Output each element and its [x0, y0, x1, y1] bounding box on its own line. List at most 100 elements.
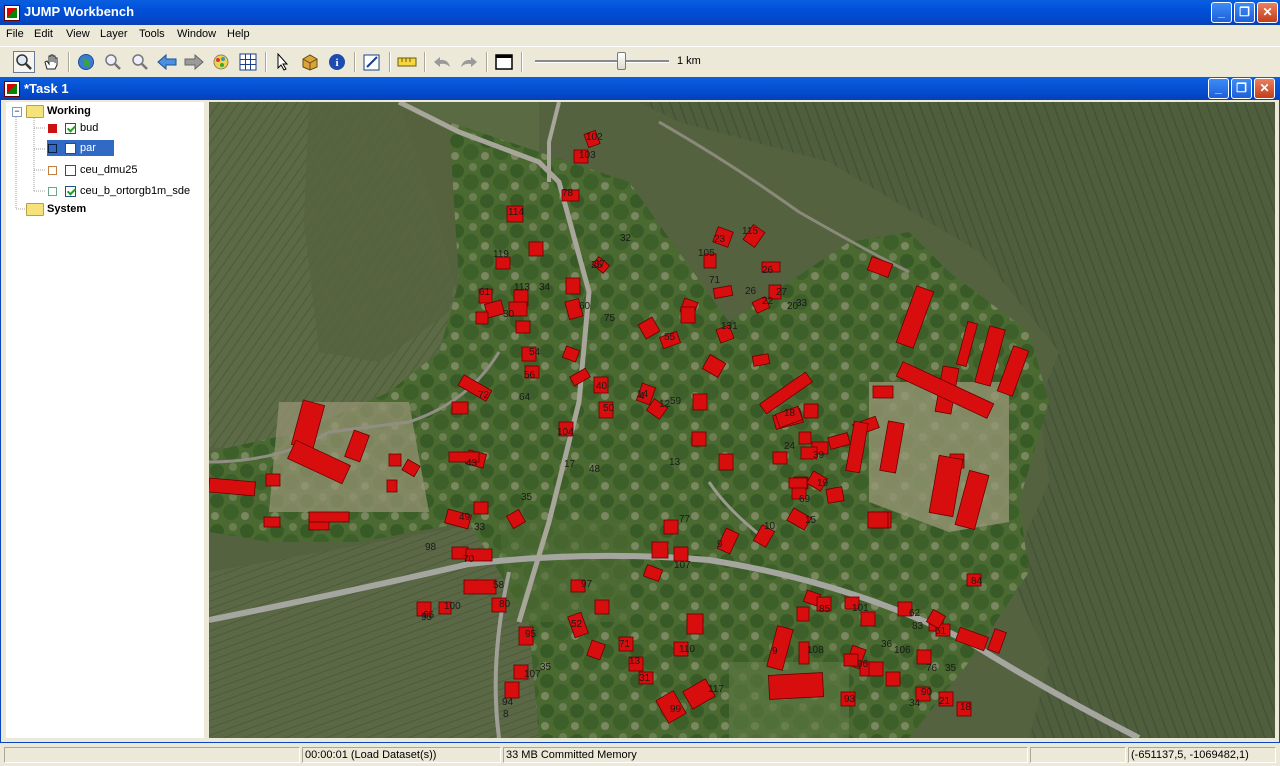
undo-icon[interactable] [431, 51, 453, 73]
map-canvas[interactable]: 1021037811411961 113303437607525321057123… [209, 102, 1275, 738]
building-polygon[interactable] [772, 451, 788, 465]
menu-view[interactable]: View [66, 28, 90, 40]
frame-icon[interactable] [493, 51, 515, 73]
building-polygon[interactable] [651, 541, 669, 559]
building-polygon[interactable] [473, 501, 489, 515]
building-polygon[interactable] [916, 649, 932, 665]
building-polygon[interactable] [798, 431, 812, 445]
menu-layer[interactable]: Layer [100, 28, 128, 40]
building-polygon[interactable] [796, 606, 810, 622]
menu-help[interactable]: Help [227, 28, 250, 40]
building-polygon[interactable] [673, 546, 689, 562]
layer-visibility-checkbox[interactable] [65, 164, 76, 176]
building-label: 25 [591, 260, 603, 271]
building-polygon[interactable] [308, 511, 350, 523]
menu-tools[interactable]: Tools [139, 28, 165, 40]
category-working[interactable]: − Working [6, 103, 204, 119]
select-icon[interactable] [272, 51, 294, 73]
building-polygon[interactable] [718, 453, 734, 471]
menu-window[interactable]: Window [177, 28, 216, 40]
layer-name: bud [80, 122, 99, 134]
pan-icon[interactable] [40, 51, 62, 73]
layer-style-swatch [48, 165, 57, 175]
layer-visibility-checkbox[interactable] [65, 185, 76, 197]
building-polygon[interactable] [860, 611, 876, 627]
building-label: 24 [784, 441, 796, 452]
layer-item-par[interactable]: par [47, 140, 114, 156]
building-polygon[interactable] [504, 681, 520, 699]
zoom-in-icon[interactable] [102, 51, 124, 73]
folder-icon [26, 202, 44, 216]
category-system[interactable]: System [26, 201, 86, 217]
edit-toolbox-icon[interactable] [361, 51, 383, 73]
layer-visibility-checkbox[interactable] [65, 142, 76, 154]
building-label: 33 [474, 522, 486, 533]
previous-view-icon[interactable] [156, 51, 178, 73]
task-maximize-button[interactable]: ❐ [1231, 78, 1252, 99]
building-label: 78 [562, 188, 574, 199]
grid-icon[interactable] [237, 51, 259, 73]
building-polygon[interactable] [803, 403, 819, 419]
redo-icon[interactable] [458, 51, 480, 73]
zoom-to-full-extent-icon[interactable] [75, 51, 97, 73]
zoom-slider-thumb[interactable] [617, 52, 626, 70]
building-label: 18 [784, 408, 796, 419]
building-label: 27 [776, 287, 788, 298]
building-polygon[interactable] [263, 516, 281, 528]
building-polygon[interactable] [692, 393, 708, 411]
building-polygon[interactable] [825, 486, 845, 504]
building-polygon[interactable] [265, 473, 281, 487]
building-polygon[interactable] [691, 431, 707, 447]
building-polygon[interactable] [475, 311, 489, 325]
measure-icon[interactable] [396, 51, 418, 73]
minimize-button[interactable]: _ [1211, 2, 1232, 23]
building-label: 56 [524, 370, 536, 381]
zoom-to-layer-icon[interactable] [210, 51, 232, 73]
building-label: 110 [679, 644, 695, 655]
zoom-slider-track[interactable] [535, 60, 669, 63]
orthophoto-background [209, 102, 1275, 738]
building-polygon[interactable] [388, 453, 402, 467]
info-icon[interactable]: i [326, 51, 348, 73]
menu-edit[interactable]: Edit [34, 28, 53, 40]
building-polygon[interactable] [686, 613, 704, 635]
building-label: 13 [629, 656, 641, 667]
menu-file[interactable]: File [6, 28, 24, 40]
layer-visibility-checkbox[interactable] [65, 122, 76, 134]
building-polygon[interactable] [386, 479, 398, 493]
building-polygon[interactable] [788, 477, 808, 489]
close-button[interactable]: ✕ [1257, 2, 1278, 23]
building-polygon[interactable] [767, 672, 825, 700]
building-polygon[interactable] [528, 241, 544, 257]
building-polygon[interactable] [451, 401, 469, 415]
building-polygon[interactable] [872, 385, 894, 399]
building-polygon[interactable] [867, 511, 889, 529]
building-polygon[interactable] [463, 579, 497, 595]
layer-item-ceu-b-ortorgb1m-sde[interactable]: ceu_b_ortorgb1m_sde [48, 183, 204, 199]
maximize-button[interactable]: ❐ [1234, 2, 1255, 23]
fence-icon[interactable] [299, 51, 321, 73]
layer-item-ceu-dmu25[interactable]: ceu_dmu25 [48, 162, 138, 178]
building-polygon[interactable] [594, 599, 610, 615]
building-label: 15 [805, 515, 817, 526]
next-view-icon[interactable] [183, 51, 205, 73]
building-label: 14 [637, 389, 649, 400]
zoom-out-icon[interactable] [129, 51, 151, 73]
task-title: *Task 1 [24, 81, 69, 96]
building-polygon[interactable] [663, 519, 679, 535]
zoom-icon[interactable] [13, 51, 35, 73]
building-polygon[interactable] [680, 306, 696, 324]
building-polygon[interactable] [843, 653, 859, 667]
task-minimize-button[interactable]: _ [1208, 78, 1229, 99]
building-polygon[interactable] [868, 661, 884, 677]
collapse-icon[interactable]: − [12, 107, 22, 117]
building-polygon[interactable] [565, 277, 581, 295]
app-title-bar: JUMP Workbench _ ❐ ✕ [0, 0, 1280, 25]
layer-item-bud[interactable]: bud [48, 120, 98, 136]
task-close-button[interactable]: ✕ [1254, 78, 1275, 99]
building-polygon[interactable] [515, 320, 531, 334]
building-polygon[interactable] [885, 671, 901, 687]
building-label: 34 [909, 698, 921, 709]
map-panel[interactable]: 102 103 78 114 119 61 113 30 34 37 60 75 25 32 105 71 23… [209, 102, 1275, 738]
building-label: 17 [564, 459, 576, 470]
